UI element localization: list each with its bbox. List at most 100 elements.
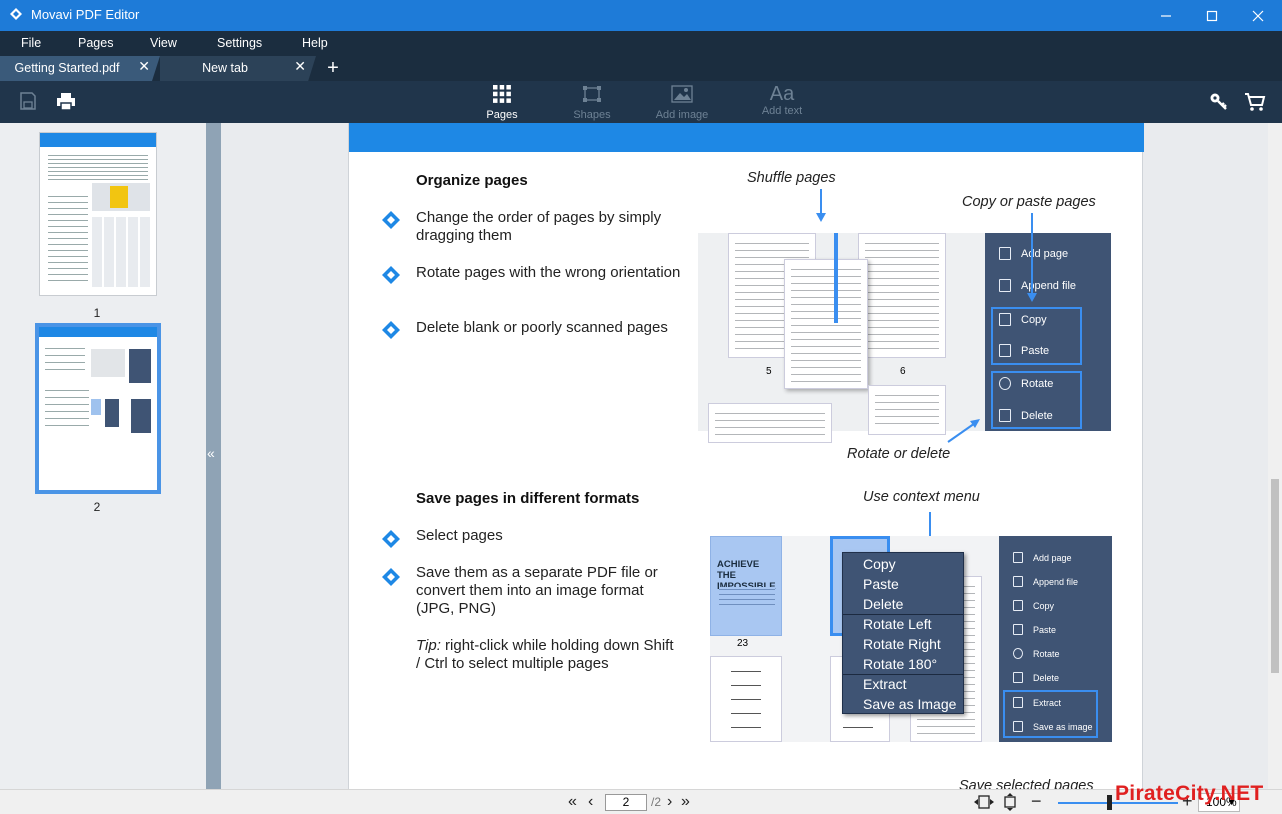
page-context-panel: Add page Append file Copy Paste Rotate D… (999, 536, 1112, 742)
arrow-up-right-icon (947, 419, 980, 443)
close-tab-icon[interactable]: ✕ (294, 58, 306, 75)
status-bar: « ‹ 2 /2 › » − + 100% ▼ (0, 789, 1282, 814)
menu-bar: File Pages View Settings Help (0, 31, 1282, 56)
tip-text: Tip: right-click while holding down Shif… (416, 637, 681, 673)
page-number: 23 (737, 638, 749, 649)
page-thumbnail-2[interactable] (35, 323, 161, 494)
vertical-scrollbar[interactable] (1268, 123, 1282, 789)
page-number: 5 (766, 366, 772, 377)
last-page-icon[interactable]: » (681, 793, 690, 811)
minimize-icon (1161, 14, 1171, 17)
collapse-panel-button[interactable]: « (206, 123, 221, 789)
menu-help[interactable]: Help (302, 36, 328, 50)
double-chevron-left-icon: « (207, 445, 215, 461)
close-tab-icon[interactable]: ✕ (138, 58, 150, 75)
page-number-input[interactable]: 2 (605, 794, 647, 811)
tab-new-tab[interactable]: New tab ✕ (160, 56, 316, 81)
page-context-panel: Add page Append file Copy Paste Rotate D… (985, 233, 1111, 431)
tab-getting-started[interactable]: Getting Started.pdf ✕ (0, 56, 160, 81)
tip-label: Tip: (416, 637, 441, 654)
context-menu-item: Delete (863, 596, 904, 612)
add-image-tool[interactable]: Add image (647, 85, 717, 121)
save-icon[interactable] (19, 91, 37, 111)
first-page-icon[interactable]: « (568, 793, 577, 811)
page-thumbnails-panel: 1 2 (0, 123, 206, 789)
bullet-diamond-icon (382, 266, 400, 284)
page-number: 6 (900, 366, 906, 377)
bullet-text: Delete blank or poorly scanned pages (416, 319, 668, 336)
thumbnail-number: 1 (93, 306, 101, 320)
menu-pages[interactable]: Pages (78, 36, 113, 50)
bullet-text: Rotate pages with the wrong orientation (416, 264, 681, 281)
bullet-diamond-icon (382, 530, 400, 548)
add-image-tool-label: Add image (655, 109, 709, 121)
context-menu-item: Extract (863, 676, 907, 692)
add-tab-button[interactable]: + (320, 58, 346, 78)
add-text-tool-label: Add text (761, 105, 803, 117)
annotation-shuffle: Shuffle pages (747, 170, 836, 186)
annotation-context-menu: Use context menu (863, 489, 980, 505)
plus-icon: + (327, 57, 339, 79)
annotation-rotate-delete: Rotate or delete (847, 446, 951, 462)
book-cover: ACHIEVE THE IMPOSSIBLE (710, 536, 782, 636)
tab-bar: Getting Started.pdf ✕ New tab ✕ (0, 56, 1282, 81)
shapes-icon (583, 86, 601, 102)
tip-body: right-click while holding down Shift / C… (416, 637, 674, 672)
fit-width-icon[interactable] (973, 795, 995, 809)
tab-label: Getting Started.pdf (14, 61, 120, 75)
toolbar: Pages Shapes Add image Aa Add text (0, 81, 1282, 123)
context-menu-item: Rotate Left (863, 616, 932, 632)
image-icon (671, 85, 693, 103)
page-thumbnail-1[interactable] (39, 132, 157, 296)
tab-label: New tab (202, 61, 248, 75)
text-icon: Aa (769, 83, 795, 105)
arrow-down-icon (1027, 213, 1037, 302)
maximize-icon (1206, 10, 1218, 21)
key-icon[interactable] (1209, 92, 1229, 112)
arrow-down-icon (816, 189, 826, 222)
annotation-copy-paste: Copy or paste pages (962, 194, 1096, 210)
organize-pages-illustration: 5 6 Add page Append file Copy Paste Rota… (698, 233, 1111, 443)
context-menu-item: Rotate Right (863, 636, 941, 652)
close-icon (1252, 10, 1264, 21)
section-heading: Save pages in different formats (416, 490, 640, 507)
save-pages-illustration: ACHIEVE THE IMPOSSIBLE 23 Add page Appen… (710, 536, 1112, 742)
watermark: PirateCity.NET (1115, 782, 1264, 805)
page-total: /2 (651, 795, 662, 809)
menu-settings[interactable]: Settings (217, 36, 262, 50)
print-icon[interactable] (56, 91, 76, 111)
bullet-diamond-icon (382, 211, 400, 229)
context-menu: Copy Paste Delete Rotate Left Rotate Rig… (842, 552, 964, 714)
pages-tool[interactable]: Pages (467, 85, 537, 121)
context-menu-item: Paste (863, 576, 899, 592)
zoom-slider-handle[interactable] (1107, 795, 1112, 810)
window-title: Movavi PDF Editor (31, 7, 140, 22)
pdf-page: Organize pages Change the order of pages… (348, 123, 1144, 789)
bullet-text: Save them as a separate PDF file or conv… (416, 564, 658, 617)
menu-view[interactable]: View (150, 36, 177, 50)
zoom-out-icon[interactable]: − (1031, 791, 1042, 812)
next-page-icon[interactable]: › (667, 793, 672, 811)
thumbnail-number: 2 (93, 500, 101, 514)
cart-icon[interactable] (1244, 92, 1266, 112)
add-text-tool[interactable]: Aa Add text (747, 83, 817, 117)
prev-page-icon[interactable]: ‹ (588, 793, 593, 811)
document-area: Organize pages Change the order of pages… (221, 123, 1268, 789)
bullet-diamond-icon (382, 321, 400, 339)
bullet-text: Select pages (416, 527, 503, 544)
minimize-button[interactable] (1143, 0, 1189, 31)
annotation-save-pages: Save selected pages (959, 778, 1094, 789)
shapes-tool-label: Shapes (573, 109, 611, 121)
context-menu-item: Save as Image (863, 696, 957, 712)
fit-page-icon[interactable] (1003, 793, 1017, 811)
section-heading: Organize pages (416, 172, 528, 189)
scrollbar-thumb[interactable] (1271, 479, 1279, 673)
close-window-button[interactable] (1235, 0, 1281, 31)
bullet-text: Change the order of pages by simply drag… (416, 209, 662, 244)
maximize-button[interactable] (1189, 0, 1235, 31)
shapes-tool[interactable]: Shapes (557, 85, 627, 121)
page-header-band (349, 123, 1144, 152)
menu-file[interactable]: File (21, 36, 41, 50)
title-bar: Movavi PDF Editor (0, 0, 1282, 31)
grid-icon (493, 85, 511, 103)
